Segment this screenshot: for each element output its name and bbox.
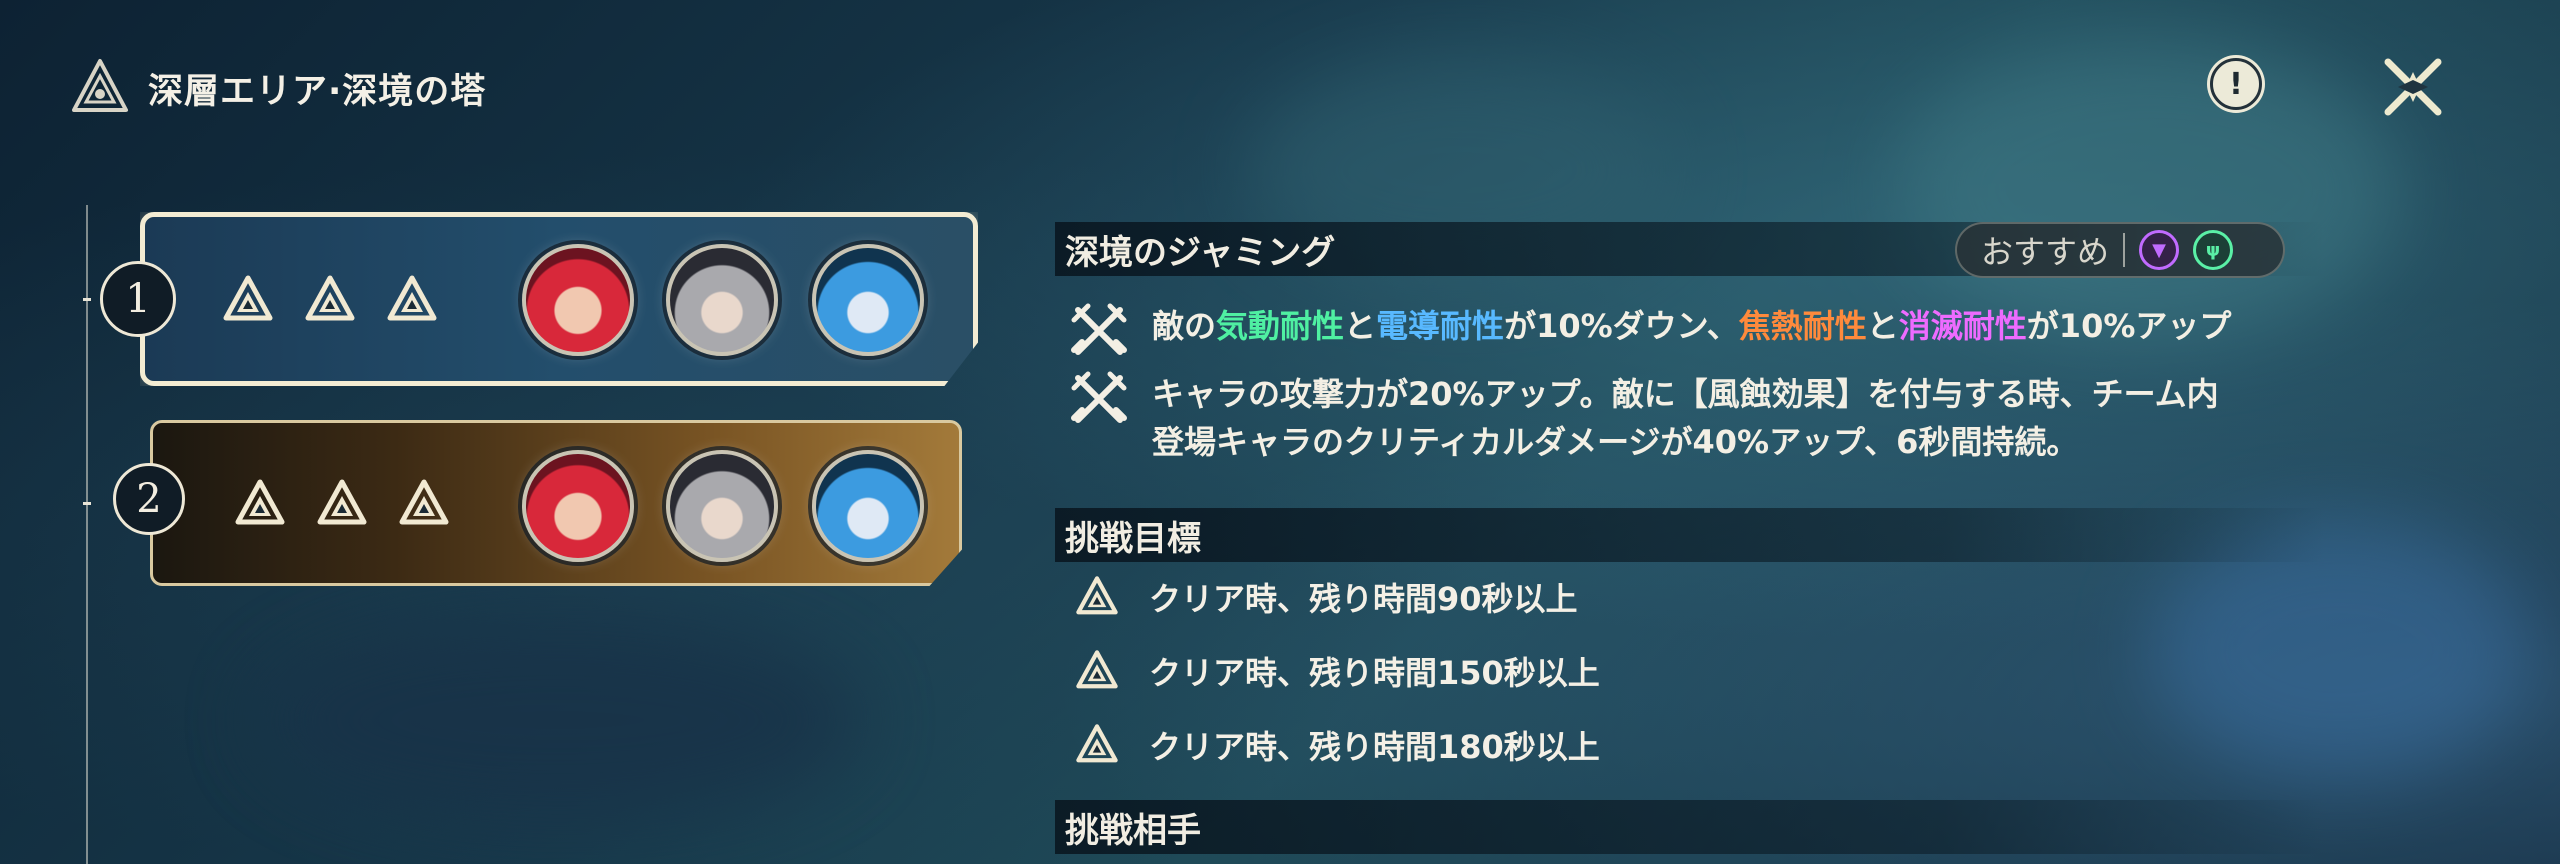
enemy-avatar-grey [666,450,778,562]
close-icon [2384,58,2442,116]
recommended-elements[interactable]: おすすめ ▼ ψ [1955,222,2285,278]
challenge-star-icon [222,274,274,326]
challenge-star-icon [304,274,356,326]
header: 深層エリア·深境の塔 [70,58,486,118]
challenge-star-icon [1075,723,1119,767]
info-button[interactable]: ! [2210,58,2262,110]
section-title: 挑戦目標 [1065,518,1201,559]
challenge-star-icon [398,478,450,530]
section-title: 挑戦相手 [1065,810,1201,851]
stage-number-1: 1 [100,261,176,337]
challenge-star-icon [234,478,286,530]
background-glow [1900,40,2400,340]
challenge-star-icon [1075,575,1119,619]
stage-2-stars [234,478,450,530]
background-glow [260,620,860,820]
goal-item: クリア時、残り時間90秒以上 [1075,574,1578,620]
recommend-label: おすすめ [1981,233,2110,271]
challenge-star-icon [1075,649,1119,693]
enemy-avatar-red [522,450,634,562]
aero-keyword: 気動耐性 [1216,307,1345,345]
enemy-avatar-grey [666,244,778,356]
tower-logo-icon [72,59,128,112]
close-button[interactable] [2378,52,2448,122]
crossed-swords-icon [1070,370,1128,428]
enemy-avatar-blue [812,244,924,356]
goal-item: クリア時、残り時間180秒以上 [1075,722,1600,768]
enemy-avatar-red [522,244,634,356]
effect-text: 敵の気動耐性と電導耐性が10%ダウン、焦熱耐性と消滅耐性が10%アップ [1152,307,2232,345]
challenge-star-icon [386,274,438,326]
havoc-keyword: 消滅耐性 [1898,307,2027,345]
section-header-goals: 挑戦目標 [1055,508,2325,562]
section-header-opponents: 挑戦相手 [1055,800,2325,854]
jamming-effect-2: キャラの攻撃力が20%アップ。敵に【風蝕効果】を付与する時、チーム内 登場キャラ… [1070,370,2219,466]
electro-keyword: 電導耐性 [1376,307,1505,345]
exclamation-icon: ! [2229,66,2243,102]
stage-timeline [86,205,88,864]
aero-element-icon: ψ [2193,230,2234,270]
goal-item: クリア時、残り時間150秒以上 [1075,648,1600,694]
timeline-tick [83,502,91,505]
stage-1-stars [222,274,438,326]
divider [2123,233,2126,267]
challenge-star-icon [316,478,368,530]
timeline-tick [83,298,91,301]
enemy-avatar-blue [812,450,924,562]
stage-number-2: 2 [113,463,185,535]
jamming-effect-1: 敵の気動耐性と電導耐性が10%ダウン、焦熱耐性と消滅耐性が10%アップ [1070,302,2231,360]
page-title: 深層エリア·深境の塔 [148,71,487,112]
fusion-keyword: 焦熱耐性 [1738,307,1867,345]
havoc-element-icon: ▼ [2139,230,2180,270]
section-title: 深境のジャミング [1065,232,1336,273]
crossed-swords-icon [1070,302,1128,360]
effect-text: キャラの攻撃力が20%アップ。敵に【風蝕効果】を付与する時、チーム内 登場キャラ… [1152,375,2219,461]
